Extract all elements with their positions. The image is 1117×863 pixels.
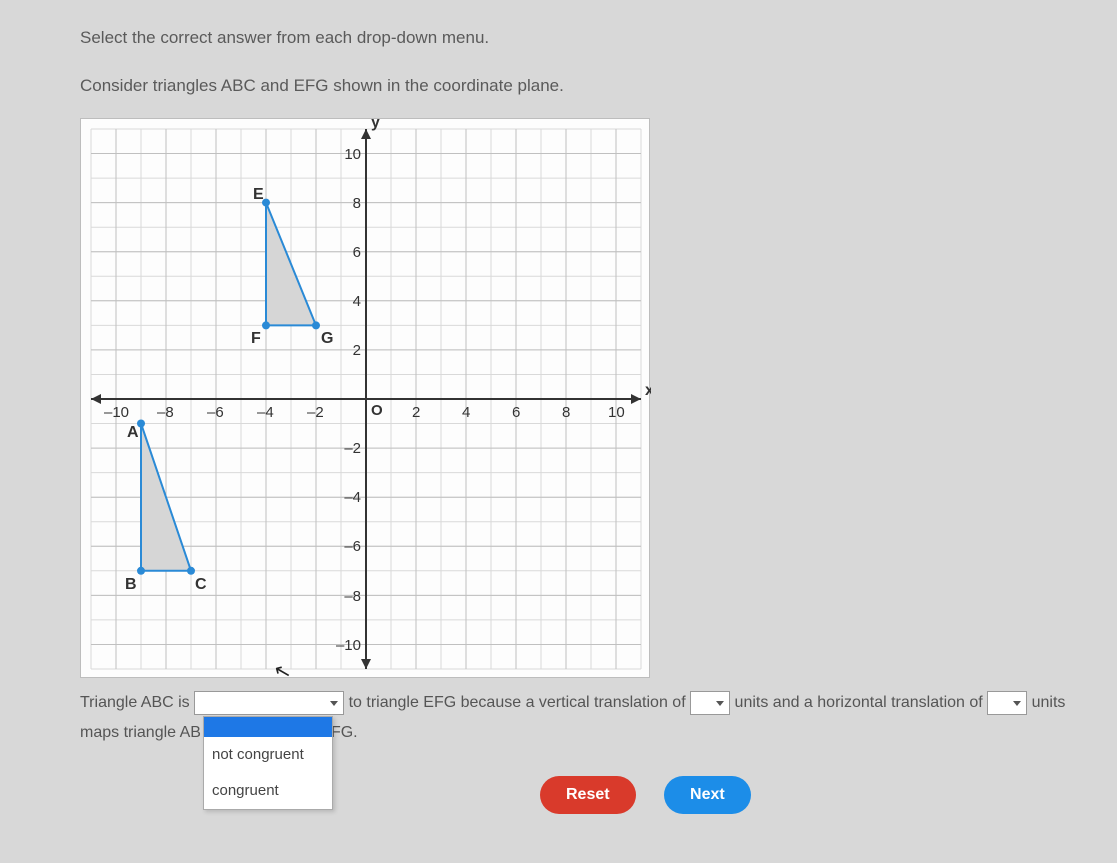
svg-text:–10: –10	[104, 404, 129, 421]
svg-text:6: 6	[353, 244, 361, 261]
chart-svg: y x –10 –8 –6 –4 –2 O 2 4 6 8 10 10 8 6	[81, 119, 651, 679]
svg-text:A: A	[127, 424, 139, 441]
question-container: Select the correct answer from each drop…	[0, 0, 1117, 814]
svg-text:10: 10	[608, 404, 625, 421]
congruence-dropdown-list[interactable]: not congruent congruent	[203, 716, 333, 810]
fill-text-6: FG.	[331, 724, 358, 741]
svg-text:2: 2	[412, 404, 420, 421]
dropdown-option-not-congruent[interactable]: not congruent	[204, 737, 332, 773]
svg-text:10: 10	[344, 146, 361, 163]
svg-text:G: G	[321, 330, 333, 347]
svg-text:C: C	[195, 576, 207, 593]
dropdown-option-selected-blank[interactable]	[204, 717, 332, 737]
fill-text-1: Triangle ABC is	[80, 694, 194, 711]
svg-text:F: F	[251, 330, 261, 347]
svg-text:2: 2	[353, 342, 361, 359]
fill-text-5: maps triangle AB	[80, 724, 201, 741]
horizontal-units-select[interactable]	[987, 691, 1027, 715]
vertical-units-select[interactable]	[690, 691, 730, 715]
svg-text:O: O	[371, 402, 383, 419]
svg-text:6: 6	[512, 404, 520, 421]
congruence-select[interactable]	[194, 691, 344, 715]
prompt-text: Consider triangles ABC and EFG shown in …	[80, 76, 1117, 96]
fill-text-2: to triangle EFG because a vertical trans…	[349, 694, 691, 711]
svg-text:–2: –2	[307, 404, 324, 421]
svg-text:B: B	[125, 576, 137, 593]
y-axis-label: y	[371, 119, 380, 131]
svg-text:8: 8	[562, 404, 570, 421]
svg-text:–6: –6	[344, 538, 361, 555]
reset-button[interactable]: Reset	[540, 776, 636, 814]
svg-text:E: E	[253, 186, 264, 203]
svg-text:–6: –6	[207, 404, 224, 421]
answer-sentence: Triangle ABC is to triangle EFG because …	[80, 688, 1080, 748]
fill-text-4: units	[1032, 694, 1066, 711]
dropdown-option-congruent[interactable]: congruent	[204, 773, 332, 809]
instruction-text: Select the correct answer from each drop…	[80, 28, 1117, 48]
svg-text:–4: –4	[257, 404, 274, 421]
svg-text:–10: –10	[336, 637, 361, 654]
svg-text:–8: –8	[157, 404, 174, 421]
svg-text:–4: –4	[344, 489, 361, 506]
svg-text:8: 8	[353, 195, 361, 212]
svg-text:4: 4	[353, 293, 361, 310]
svg-text:–2: –2	[344, 440, 361, 457]
coordinate-plane-chart: y x –10 –8 –6 –4 –2 O 2 4 6 8 10 10 8 6	[80, 118, 650, 678]
svg-text:4: 4	[462, 404, 470, 421]
x-axis-label: x	[645, 382, 651, 399]
fill-text-3: units and a horizontal translation of	[735, 694, 988, 711]
svg-text:–8: –8	[344, 588, 361, 605]
next-button[interactable]: Next	[664, 776, 751, 814]
